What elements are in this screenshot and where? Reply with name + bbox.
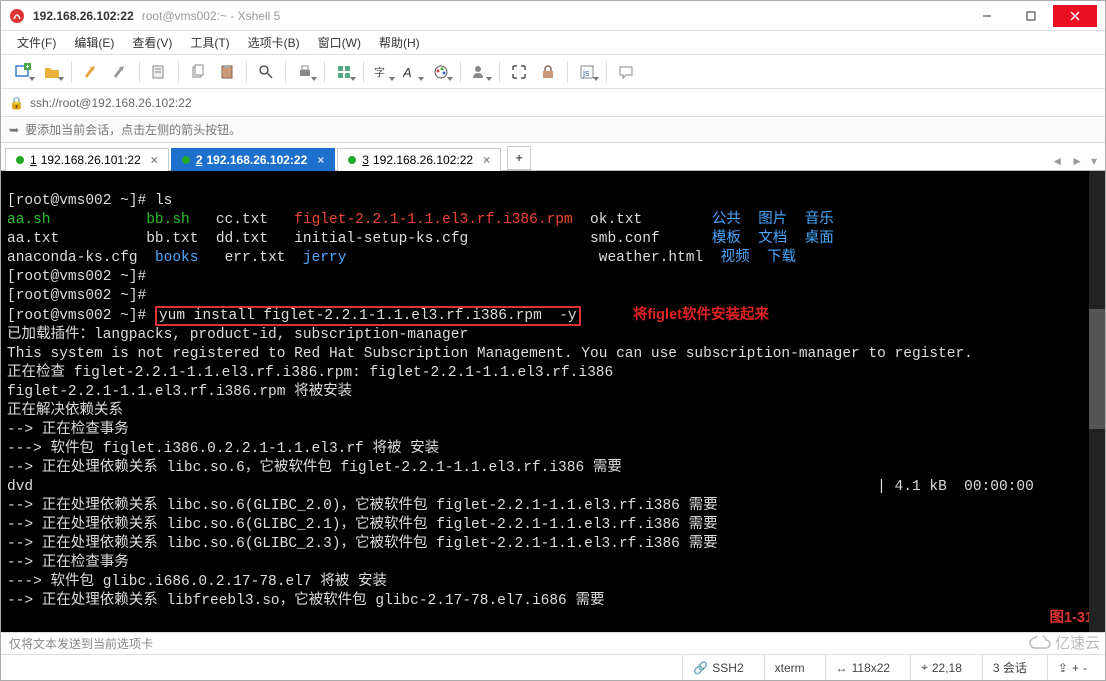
chat-icon[interactable] — [612, 59, 640, 85]
hint-text: 要添加当前会话，点击左侧的箭头按钮。 — [25, 121, 241, 138]
svg-text:js: js — [582, 68, 590, 78]
close-button[interactable] — [1053, 5, 1097, 27]
session-tab-1[interactable]: 1 192.168.26.101:22 × — [5, 148, 169, 171]
maximize-button[interactable] — [1009, 5, 1053, 27]
paste-icon[interactable] — [213, 59, 241, 85]
menu-window[interactable]: 窗口(W) — [310, 32, 369, 53]
address-bar: 🔒 ssh://root@192.168.26.102:22 — [1, 89, 1105, 117]
status-term: xterm — [764, 655, 815, 680]
font-icon[interactable]: A — [398, 59, 426, 85]
status-dot-icon — [182, 156, 190, 164]
toolbar: 字 A js — [1, 55, 1105, 89]
highlighted-command: yum install figlet-2.2.1-1.1.el3.rf.i386… — [155, 306, 581, 326]
status-cursor: ⌖22,18 — [910, 655, 972, 680]
minimize-button[interactable] — [965, 5, 1009, 27]
script-icon[interactable]: js — [573, 59, 601, 85]
terminal-pane[interactable]: [root@vms002 ~]# ls aa.sh bb.sh cc.txt f… — [1, 171, 1105, 632]
link-icon: 🔗 — [693, 661, 708, 675]
connect-icon[interactable] — [77, 59, 105, 85]
hint-arrow-icon[interactable]: ➥ — [9, 123, 19, 137]
close-tab-icon[interactable]: × — [483, 153, 490, 167]
tab-strip: 1 192.168.26.101:22 × 2 192.168.26.102:2… — [1, 143, 1105, 171]
views-icon[interactable] — [330, 59, 358, 85]
new-session-icon[interactable] — [9, 59, 37, 85]
menu-tabs[interactable]: 选项卡(B) — [240, 32, 308, 53]
status-bar: 🔗SSH2 xterm ↔118x22 ⌖22,18 3 会话 ⇪+- — [1, 654, 1105, 680]
title-bar: 192.168.26.102:22 root@vms002:~ - Xshell… — [1, 1, 1105, 31]
app-icon — [9, 8, 25, 24]
annotation-text: 将figlet软件安装起来 — [633, 307, 769, 323]
disconnect-icon[interactable] — [106, 59, 134, 85]
status-dot-icon — [16, 156, 24, 164]
window-title-main: 192.168.26.102:22 — [33, 9, 134, 23]
print-icon[interactable] — [291, 59, 319, 85]
address-url[interactable]: ssh://root@192.168.26.102:22 — [30, 96, 192, 110]
close-tab-icon[interactable]: × — [317, 153, 324, 167]
menu-help[interactable]: 帮助(H) — [371, 32, 428, 53]
encoding-icon[interactable]: 字 — [369, 59, 397, 85]
status-cap: ⇪+- — [1047, 655, 1097, 680]
window-title-sub: root@vms002:~ - Xshell 5 — [142, 9, 281, 23]
close-tab-icon[interactable]: × — [151, 153, 158, 167]
lock-small-icon: 🔒 — [9, 96, 24, 110]
hint-bar: ➥ 要添加当前会话，点击左侧的箭头按钮。 — [1, 117, 1105, 143]
figure-label: 图1-31 — [1049, 609, 1093, 628]
menu-view[interactable]: 查看(V) — [124, 32, 180, 53]
session-tab-2[interactable]: 2 192.168.26.102:22 × — [171, 148, 335, 171]
status-size: ↔118x22 — [825, 655, 900, 680]
add-tab-button[interactable]: + — [507, 146, 531, 170]
tabs-right-icon[interactable]: ► — [1067, 152, 1087, 170]
resize-icon: ↔ — [836, 661, 848, 675]
open-icon[interactable] — [38, 59, 66, 85]
svg-text:字: 字 — [374, 65, 385, 79]
users-icon[interactable] — [466, 59, 494, 85]
properties-icon[interactable] — [145, 59, 173, 85]
menu-edit[interactable]: 编辑(E) — [66, 32, 122, 53]
cursor-icon: ⌖ — [921, 660, 928, 675]
tabs-left-icon[interactable]: ◄ — [1047, 152, 1067, 170]
terminal-scrollbar[interactable] — [1089, 171, 1105, 632]
menu-file[interactable]: 文件(F) — [9, 32, 64, 53]
status-proto: 🔗SSH2 — [682, 655, 753, 680]
menu-tools[interactable]: 工具(T) — [182, 32, 237, 53]
find-icon[interactable] — [252, 59, 280, 85]
fullscreen-icon[interactable] — [505, 59, 533, 85]
copy-icon[interactable] — [184, 59, 212, 85]
status-sessions: 3 会话 — [982, 655, 1037, 680]
session-tab-3[interactable]: 3 192.168.26.102:22 × — [337, 148, 501, 171]
menu-bar: 文件(F) 编辑(E) 查看(V) 工具(T) 选项卡(B) 窗口(W) 帮助(… — [1, 31, 1105, 55]
tabs-menu-icon[interactable]: ▾ — [1087, 152, 1101, 170]
color-icon[interactable] — [427, 59, 455, 85]
svg-text:A: A — [403, 65, 412, 80]
status-dot-icon — [348, 156, 356, 164]
lock-icon[interactable] — [534, 59, 562, 85]
send-hint-bar: 仅将文本发送到当前选项卡 — [1, 632, 1105, 654]
